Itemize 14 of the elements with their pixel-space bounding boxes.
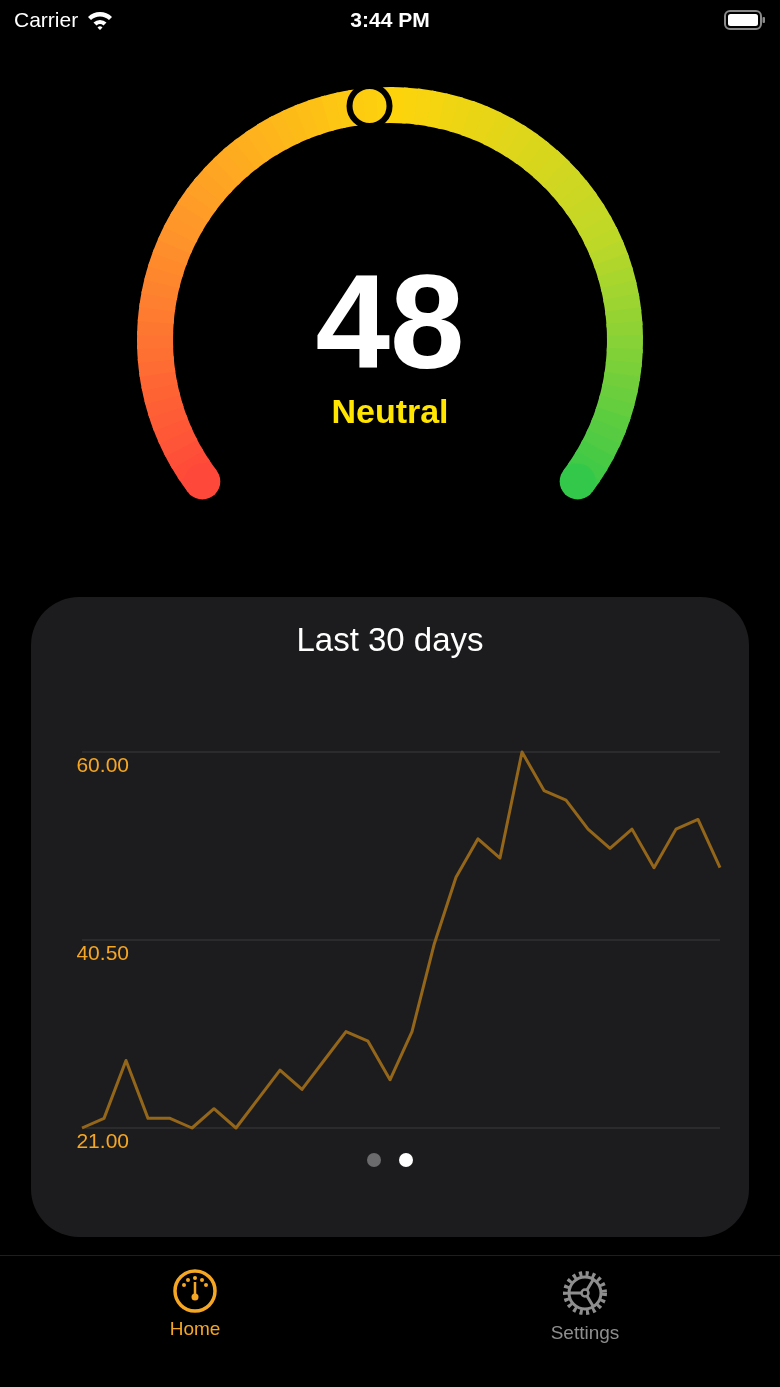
tab-item[interactable]: Home bbox=[0, 1256, 390, 1348]
settings-icon bbox=[560, 1268, 610, 1318]
card-title: Last 30 days bbox=[296, 621, 484, 659]
page-dot[interactable] bbox=[399, 1153, 413, 1167]
axis-label: 21.00 bbox=[76, 1129, 129, 1149]
wifi-icon bbox=[86, 10, 115, 30]
gauge-icon bbox=[172, 1268, 218, 1314]
tab-item[interactable]: Settings bbox=[390, 1256, 780, 1348]
page-dot[interactable] bbox=[367, 1153, 381, 1167]
axis-label: 60.00 bbox=[76, 753, 129, 776]
clock-time: 3:44 PM bbox=[350, 8, 430, 32]
carrier-label: Carrier bbox=[14, 8, 79, 32]
axis-label: 40.50 bbox=[76, 941, 129, 964]
battery-icon bbox=[724, 10, 766, 30]
